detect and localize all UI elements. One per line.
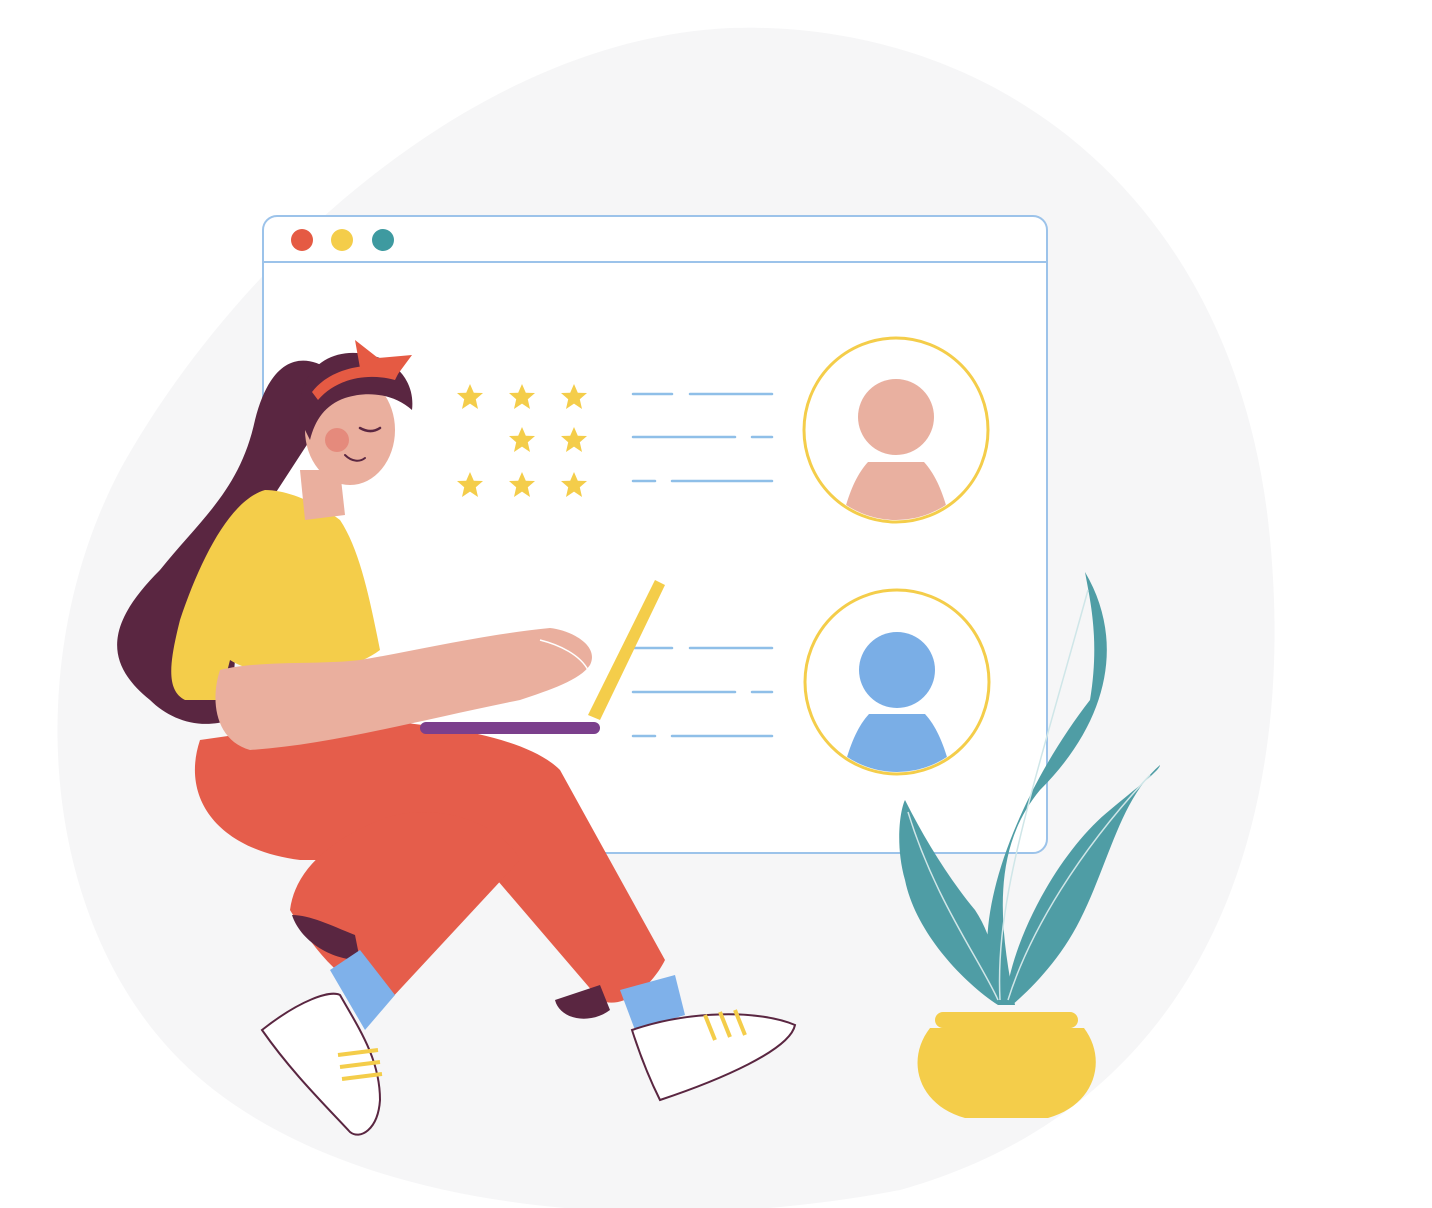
window-minimize-dot[interactable] [331, 229, 353, 251]
pot [917, 1028, 1096, 1118]
pot-rim [935, 1012, 1078, 1028]
user-avatar-icon [802, 336, 990, 524]
window-maximize-dot[interactable] [372, 229, 394, 251]
laptop-base [420, 722, 600, 734]
window-close-dot[interactable] [291, 229, 313, 251]
user-avatar-icon [803, 588, 991, 776]
illustration [0, 0, 1432, 1208]
